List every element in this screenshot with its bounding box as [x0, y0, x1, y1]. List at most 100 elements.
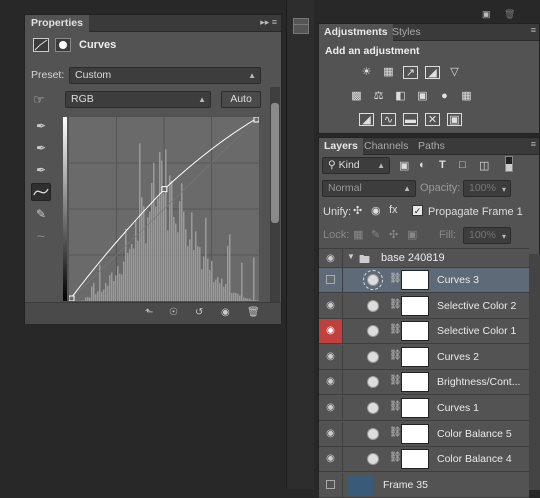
channel-mixer-icon[interactable]: ●: [437, 90, 452, 103]
chain-link-icon[interactable]: ⛓: [389, 452, 402, 463]
filter-toggle[interactable]: [505, 156, 513, 172]
layer-mask-thumbnail[interactable]: [401, 270, 429, 290]
new-snapshot-icon[interactable]: ▣: [482, 9, 491, 20]
mask-icon[interactable]: [55, 38, 71, 52]
filter-adjustment-icon[interactable]: ◐: [419, 159, 426, 171]
layer-filter-kind[interactable]: ⚲ Kind ▲: [322, 157, 390, 174]
invert-icon[interactable]: ◢: [359, 113, 374, 126]
filter-smart-object-icon[interactable]: ◫: [479, 159, 489, 172]
lock-pixels-icon[interactable]: ✎: [371, 228, 380, 241]
lock-position-icon[interactable]: ✣: [389, 228, 398, 241]
filter-shape-icon[interactable]: □: [459, 159, 466, 171]
tab-styles[interactable]: Styles: [387, 24, 426, 41]
curves-graph[interactable]: [69, 117, 259, 301]
smooth-icon[interactable]: ∼: [31, 227, 51, 245]
tab-adjustments[interactable]: Adjustments: [319, 24, 393, 41]
posterize-icon[interactable]: ∿: [381, 113, 396, 126]
sample-white-eyedropper-icon[interactable]: ✒: [31, 161, 51, 179]
black-white-icon[interactable]: ◧: [393, 90, 408, 103]
chain-link-icon[interactable]: ⛓: [389, 299, 402, 310]
layer-mask-thumbnail[interactable]: [401, 347, 429, 367]
eye-icon[interactable]: ◉: [319, 345, 343, 369]
tab-paths[interactable]: Paths: [413, 138, 450, 155]
photo-filter-icon[interactable]: ▣: [415, 90, 430, 103]
layer-row[interactable]: ◉⛓Curves 2: [319, 345, 529, 370]
panel-menu-icon[interactable]: ≡: [531, 139, 536, 149]
panel-menu-icon[interactable]: ▸▸ ≡: [260, 17, 277, 28]
sample-gray-eyedropper-icon[interactable]: ✒: [31, 139, 51, 157]
layer-mask-thumbnail[interactable]: [401, 424, 429, 444]
layers-scrollbar[interactable]: [529, 254, 540, 490]
selective-color-icon[interactable]: ▣: [447, 113, 462, 126]
visibility-eye-icon[interactable]: ◉: [221, 307, 230, 318]
layer-row[interactable]: ◉⛓Curves 1: [319, 396, 529, 421]
layer-mask-thumbnail[interactable]: [401, 449, 429, 469]
layer-mask-thumbnail[interactable]: [401, 372, 429, 392]
preset-dropdown[interactable]: Custom ▲: [69, 67, 261, 84]
tab-layers[interactable]: Layers: [319, 138, 363, 155]
draw-pencil-icon[interactable]: ✎: [31, 205, 51, 223]
chain-link-icon[interactable]: ⛓: [389, 401, 402, 412]
exposure-icon[interactable]: ◢: [425, 66, 440, 79]
eye-icon[interactable]: ◉: [319, 319, 343, 343]
edit-points-icon[interactable]: [31, 183, 51, 201]
tab-properties[interactable]: Properties: [25, 15, 89, 32]
delete-icon[interactable]: 🗑: [504, 9, 515, 20]
reset-icon[interactable]: ↺: [195, 307, 203, 318]
gradient-map-icon[interactable]: ✕: [425, 113, 440, 126]
layer-row[interactable]: ⛓Curves 3: [319, 268, 529, 293]
levels-icon[interactable]: ▦: [381, 66, 396, 79]
color-balance-icon[interactable]: ⚖: [371, 90, 386, 103]
properties-dock-icon[interactable]: [293, 18, 309, 34]
expand-arrow-icon[interactable]: ▼: [347, 252, 355, 261]
filter-type-icon[interactable]: T: [439, 159, 446, 171]
eye-icon[interactable]: ◉: [319, 370, 343, 394]
eye-icon[interactable]: ◉: [319, 294, 343, 318]
layer-row-frame[interactable]: Frame 35: [319, 473, 529, 498]
layer-row[interactable]: ◉⛓Brightness/Cont...: [319, 370, 529, 395]
layer-mask-thumbnail[interactable]: [401, 398, 429, 418]
eye-icon[interactable]: ◉: [319, 422, 343, 446]
chain-link-icon[interactable]: ⛓: [389, 324, 402, 335]
layer-row[interactable]: ◉⛓Selective Color 2: [319, 294, 529, 319]
eye-icon[interactable]: ◉: [319, 396, 343, 420]
vibrance-icon[interactable]: ▽: [447, 66, 462, 79]
unify-visibility-icon[interactable]: ◉: [371, 204, 381, 217]
auto-button[interactable]: Auto: [221, 91, 261, 108]
panel-scroll-thumb[interactable]: [271, 103, 279, 223]
lock-transparent-icon[interactable]: ▦: [353, 228, 363, 241]
lock-all-icon[interactable]: ▣: [407, 228, 417, 241]
layer-mask-thumbnail[interactable]: [401, 296, 429, 316]
eye-icon[interactable]: ◉: [319, 249, 343, 268]
hand-target-icon[interactable]: ☞: [33, 92, 45, 108]
sample-black-eyedropper-icon[interactable]: ✒: [31, 117, 51, 135]
blend-mode-dropdown[interactable]: Normal ▲: [322, 180, 416, 197]
hue-sat-icon[interactable]: ▩: [349, 90, 364, 103]
layer-group-row[interactable]: ◉ ▼ 🖿 base 240819: [319, 248, 529, 268]
trash-icon[interactable]: 🗑: [247, 307, 260, 318]
color-lookup-icon[interactable]: ▦: [459, 90, 474, 103]
brightness-icon[interactable]: ☀: [359, 66, 374, 79]
eye-icon[interactable]: [319, 268, 343, 292]
chain-link-icon[interactable]: ⛓: [389, 375, 402, 386]
layer-row[interactable]: ◉⛓Color Balance 5: [319, 422, 529, 447]
unify-position-icon[interactable]: ✣: [353, 204, 362, 217]
tab-channels[interactable]: Channels: [359, 138, 413, 155]
unify-style-icon[interactable]: fx: [389, 204, 398, 216]
view-previous-icon[interactable]: ☉: [169, 307, 178, 318]
channel-dropdown[interactable]: RGB ▲: [65, 91, 211, 108]
threshold-icon[interactable]: ▬: [403, 113, 418, 126]
propagate-checkbox[interactable]: ✓: [412, 205, 423, 216]
opacity-field[interactable]: 100% ▾: [463, 180, 511, 197]
curves-icon[interactable]: ↗: [403, 66, 418, 79]
panel-menu-icon[interactable]: ≡: [531, 25, 536, 35]
layer-mask-thumbnail[interactable]: [401, 321, 429, 341]
layer-row[interactable]: ◉⛓Selective Color 1: [319, 319, 529, 344]
chain-link-icon[interactable]: ⛓: [389, 427, 402, 438]
clip-to-layer-icon[interactable]: ⬑: [145, 307, 153, 318]
chain-link-icon[interactable]: ⛓: [389, 350, 402, 361]
fill-field[interactable]: 100% ▾: [463, 227, 511, 244]
layer-row[interactable]: ◉⛓Color Balance 4: [319, 447, 529, 472]
eye-icon[interactable]: ◉: [319, 447, 343, 471]
filter-pixel-icon[interactable]: ▣: [399, 159, 409, 172]
